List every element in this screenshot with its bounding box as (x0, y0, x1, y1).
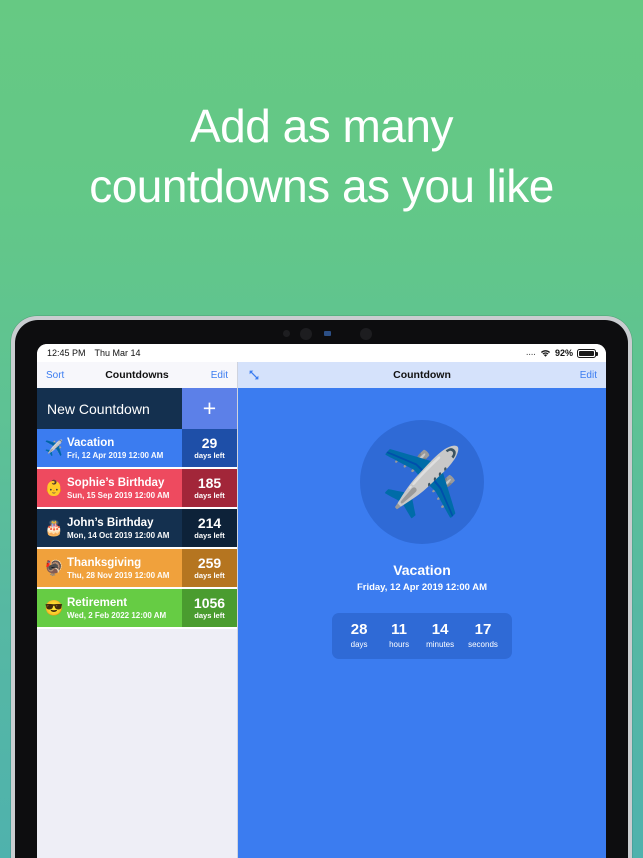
status-bar-date: Thu Mar 14 (94, 348, 141, 358)
list-item-date: Thu, 28 Nov 2019 12:00 AM (67, 570, 170, 580)
tablet-top-bezel (15, 320, 628, 344)
list-item[interactable]: 🦃 Thanksgiving Thu, 28 Nov 2019 12:00 AM 25… (37, 549, 237, 589)
list-item-main[interactable]: 🎂 John’s Birthday Mon, 14 Oct 2019 12:00 A… (37, 509, 182, 547)
days-left-unit: days left (194, 490, 225, 500)
master-navbar: Sort Countdowns Edit (37, 362, 237, 388)
days-left-unit: days left (194, 610, 225, 620)
airplane-emoji: ✈️ (380, 445, 464, 519)
sensor-icon (283, 330, 290, 337)
airplane-emoji: ✈️ (44, 439, 64, 457)
timer-value: 11 (391, 621, 408, 638)
battery-icon (577, 348, 598, 358)
list-item-date: Sun, 15 Sep 2019 12:00 AM (67, 490, 170, 500)
list-item-main[interactable]: 🦃 Thanksgiving Thu, 28 Nov 2019 12:00 AM (37, 549, 182, 587)
countdown-date: Friday, 12 Apr 2019 12:00 AM (356, 582, 488, 593)
list-item-title: Sophie’s Birthday (67, 476, 165, 489)
timer-unit: seconds (468, 640, 498, 649)
front-camera-icon (300, 328, 312, 340)
days-left-value: 1056 (193, 594, 226, 611)
new-countdown-label[interactable]: New Countdown (37, 388, 182, 429)
days-left-badge: 185 days left (182, 469, 237, 507)
days-left-value: 185 (197, 474, 222, 491)
timer-unit: days (350, 640, 368, 649)
battery-percent-label: 92% (554, 348, 573, 358)
add-countdown-button[interactable]: + (182, 388, 237, 429)
days-left-unit: days left (194, 570, 225, 580)
list-item-texts: Thanksgiving Thu, 28 Nov 2019 12:00 AM (67, 556, 169, 581)
timer-segment: 28 days (346, 621, 372, 650)
tablet-screen: 12:45 PM Thu Mar 14 .... 92% Sort Countd… (37, 344, 606, 858)
tablet-device-frame: 12:45 PM Thu Mar 14 .... 92% Sort Countd… (11, 316, 632, 858)
timer-unit: hours (389, 640, 410, 649)
list-item-title: Vacation (67, 436, 115, 449)
master-pane: Sort Countdowns Edit New Countdown + ✈️ V… (37, 362, 237, 858)
list-item[interactable]: ✈️ Vacation Fri, 12 Apr 2019 12:00 AM 29 day… (37, 429, 237, 469)
page-title: Add as many countdowns as you like (0, 96, 643, 216)
avatar: ✈️ (360, 420, 484, 544)
timer-value: 14 (431, 621, 449, 638)
list-item-title: Retirement (67, 596, 128, 609)
indicator-light-icon (324, 331, 331, 336)
countdown-timer: 28 days 11 hours 14 minutes 17 seconds (332, 613, 512, 659)
signal-strength-icon: .... (526, 349, 536, 357)
master-title: Countdowns (105, 369, 169, 381)
headline-line-1: Add as many (190, 100, 453, 152)
timer-unit: minutes (426, 640, 455, 649)
promo-screenshot: Add as many countdowns as you like 12:45… (0, 0, 643, 858)
timer-segment: 11 hours (386, 621, 412, 650)
sort-button[interactable]: Sort (46, 370, 64, 381)
wifi-icon (540, 349, 551, 358)
days-left-badge: 1056 days left (182, 589, 237, 627)
days-left-value: 214 (197, 514, 222, 531)
new-countdown-row[interactable]: New Countdown + (37, 388, 237, 429)
baby-emoji: 👶 (44, 479, 64, 497)
list-item-title: Thanksgiving (67, 556, 142, 569)
countdown-detail: ✈️ Vacation Friday, 12 Apr 2019 12:00 AM… (238, 388, 606, 858)
countdown-list[interactable]: New Countdown + ✈️ Vacation Fri, 12 Apr 20… (37, 388, 237, 858)
list-item-texts: John’s Birthday Mon, 14 Oct 2019 12:00 AM (67, 516, 169, 541)
timer-value: 28 (350, 621, 368, 638)
proximity-sensor-icon (360, 328, 372, 340)
list-item-main[interactable]: 😎 Retirement Wed, 2 Feb 2022 12:00 AM (37, 589, 182, 627)
detail-navbar: Countdown Edit (238, 362, 606, 388)
timer-segment: 14 minutes (426, 621, 454, 650)
list-item-main[interactable]: ✈️ Vacation Fri, 12 Apr 2019 12:00 AM (37, 429, 182, 467)
days-left-unit: days left (194, 450, 225, 460)
list-item-main[interactable]: 👶 Sophie’s Birthday Sun, 15 Sep 2019 12:00… (37, 469, 182, 507)
timer-segment: 17 seconds (468, 621, 498, 650)
birthday-cake-emoji: 🎂 (44, 519, 64, 537)
timer-value: 17 (474, 621, 492, 638)
master-edit-button[interactable]: Edit (211, 370, 228, 381)
list-item-date: Wed, 2 Feb 2022 12:00 AM (67, 610, 167, 620)
days-left-value: 259 (197, 554, 222, 571)
sunglasses-face-emoji: 😎 (44, 599, 64, 617)
days-left-badge: 214 days left (182, 509, 237, 547)
list-item-title: John’s Birthday (67, 516, 154, 529)
list-item-texts: Sophie’s Birthday Sun, 15 Sep 2019 12:00 … (67, 476, 169, 501)
list-item[interactable]: 😎 Retirement Wed, 2 Feb 2022 12:00 AM 1056 d… (37, 589, 237, 629)
list-item-date: Mon, 14 Oct 2019 12:00 AM (67, 530, 170, 540)
expand-diagonal-icon[interactable] (247, 368, 261, 382)
days-left-unit: days left (194, 530, 225, 540)
list-item[interactable]: 👶 Sophie’s Birthday Sun, 15 Sep 2019 12:00… (37, 469, 237, 509)
status-bar-time: 12:45 PM (47, 348, 86, 358)
split-view: Sort Countdowns Edit New Countdown + ✈️ V… (37, 362, 606, 858)
detail-pane: Countdown Edit ✈️ Vacation Friday, 12 Ap… (237, 362, 606, 858)
turkey-emoji: 🦃 (44, 559, 64, 577)
tablet-bezel: 12:45 PM Thu Mar 14 .... 92% Sort Countd… (15, 320, 628, 858)
days-left-badge: 29 days left (182, 429, 237, 467)
days-left-badge: 259 days left (182, 549, 237, 587)
list-item-texts: Retirement Wed, 2 Feb 2022 12:00 AM (67, 596, 166, 621)
list-item[interactable]: 🎂 John’s Birthday Mon, 14 Oct 2019 12:00 A… (37, 509, 237, 549)
headline-line-2: countdowns as you like (89, 160, 554, 212)
list-item-texts: Vacation Fri, 12 Apr 2019 12:00 AM (67, 436, 163, 461)
detail-title: Countdown (393, 369, 451, 381)
countdown-rows: ✈️ Vacation Fri, 12 Apr 2019 12:00 AM 29 day… (37, 429, 237, 629)
days-left-value: 29 (201, 434, 218, 451)
detail-edit-button[interactable]: Edit (580, 370, 597, 381)
list-item-date: Fri, 12 Apr 2019 12:00 AM (67, 450, 164, 460)
status-bar: 12:45 PM Thu Mar 14 .... 92% (37, 344, 606, 362)
countdown-name: Vacation (393, 562, 451, 578)
